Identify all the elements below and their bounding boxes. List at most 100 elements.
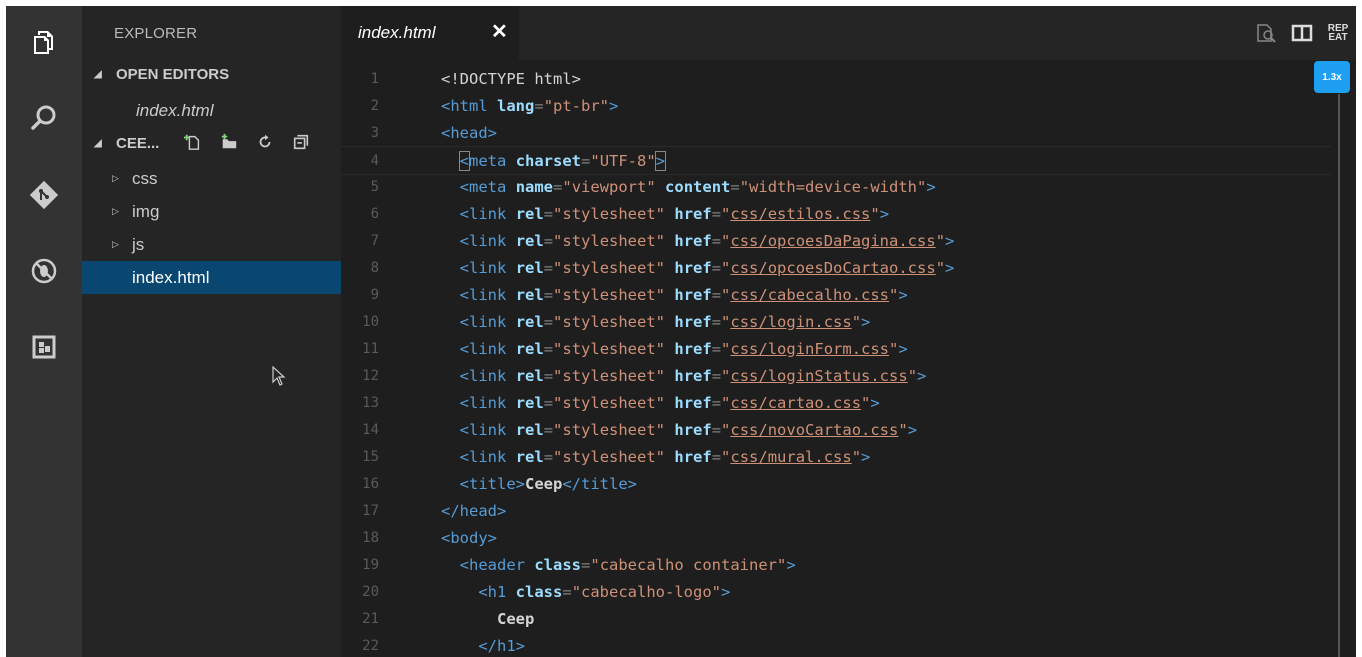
- open-editors-header[interactable]: ◢ OPEN EDITORS: [82, 59, 341, 89]
- line-number: 21: [362, 610, 379, 627]
- code-line: 6 <link rel="stylesheet" href="css/estil…: [341, 200, 1331, 227]
- window-frame: EXPLORER ◢ OPEN EDITORS index.html ◢ CEE…: [0, 0, 1362, 657]
- stylesheet-link[interactable]: css/loginStatus.css: [730, 367, 907, 385]
- code-text: <link rel="stylesheet" href="css/opcoesD…: [459, 231, 955, 250]
- line-number: 17: [362, 502, 379, 519]
- search-icon[interactable]: [6, 90, 82, 146]
- code-line: 15 <link rel="stylesheet" href="css/mura…: [341, 443, 1331, 470]
- stylesheet-link[interactable]: css/loginForm.css: [730, 340, 889, 358]
- split-editor-icon[interactable]: [1284, 18, 1320, 48]
- stylesheet-link[interactable]: css/opcoesDaPagina.css: [730, 232, 935, 250]
- tree-item-label: img: [132, 201, 160, 221]
- code-text: <html lang="pt-br">: [441, 96, 619, 115]
- stylesheet-link[interactable]: css/login.css: [730, 313, 851, 331]
- code-line: 21 Ceep: [341, 605, 1331, 632]
- code-text: <link rel="stylesheet" href="css/estilos…: [459, 204, 890, 223]
- editor-area: index.html ✕ REP EAT 1.3x 1 <!DOCTYPE ht…: [341, 6, 1356, 657]
- code-text: <header class="cabecalho container">: [459, 555, 796, 574]
- code-line: 12 <link rel="stylesheet" href="css/logi…: [341, 362, 1331, 389]
- code-line: 20 <h1 class="cabecalho-logo">: [341, 578, 1331, 605]
- code-line: 13 <link rel="stylesheet" href="css/cart…: [341, 389, 1331, 416]
- line-number: 3: [370, 124, 379, 141]
- tree-folder-js[interactable]: ▷ js: [82, 228, 341, 261]
- stylesheet-link[interactable]: css/novoCartao.css: [730, 421, 898, 439]
- line-number: 16: [362, 475, 379, 492]
- code-text: <link rel="stylesheet" href="css/novoCar…: [459, 420, 918, 439]
- code-line: 9 <link rel="stylesheet" href="css/cabec…: [341, 281, 1331, 308]
- code-text: <link rel="stylesheet" href="css/mural.c…: [459, 447, 871, 466]
- line-number: 15: [362, 448, 379, 465]
- git-icon[interactable]: [6, 167, 82, 223]
- line-number: 8: [370, 259, 379, 276]
- code-line: 16 <title>Ceep</title>: [341, 470, 1331, 497]
- code-line: 7 <link rel="stylesheet" href="css/opcoe…: [341, 227, 1331, 254]
- line-number: 19: [362, 556, 379, 573]
- code-line: 5 <meta name="viewport" content="width=d…: [341, 173, 1331, 200]
- chevron-right-icon: ▷: [112, 173, 119, 183]
- code-text: Ceep: [497, 609, 535, 628]
- tree-item-label: css: [132, 168, 158, 188]
- stylesheet-link[interactable]: css/mural.css: [730, 448, 851, 466]
- stylesheet-link[interactable]: css/cartao.css: [730, 394, 861, 412]
- code-text: <link rel="stylesheet" href="css/loginFo…: [459, 339, 908, 358]
- stylesheet-link[interactable]: css/cabecalho.css: [730, 286, 889, 304]
- new-folder-icon[interactable]: [218, 131, 240, 153]
- code-text: <meta name="viewport" content="width=dev…: [459, 177, 936, 196]
- new-file-icon[interactable]: [182, 131, 204, 153]
- open-editors-label: OPEN EDITORS: [116, 65, 230, 83]
- code-line: 10 <link rel="stylesheet" href="css/logi…: [341, 308, 1331, 335]
- tree-file-index-html[interactable]: index.html: [82, 261, 341, 294]
- scrollbar[interactable]: [1338, 94, 1340, 657]
- extensions-icon[interactable]: [6, 319, 82, 375]
- mouse-pointer-icon: [272, 365, 286, 391]
- open-editor-filename: index.html: [136, 101, 214, 120]
- line-number: 14: [362, 421, 379, 438]
- files-icon[interactable]: [6, 14, 82, 70]
- debug-icon[interactable]: [6, 243, 82, 299]
- code-line: 22 </h1>: [341, 632, 1331, 657]
- code-text: <title>Ceep</title>: [459, 474, 637, 493]
- close-icon[interactable]: ✕: [491, 19, 508, 44]
- stylesheet-link[interactable]: css/estilos.css: [730, 205, 870, 223]
- code-line: 14 <link rel="stylesheet" href="css/novo…: [341, 416, 1331, 443]
- open-preview-icon[interactable]: [1248, 18, 1284, 48]
- tree-folder-css[interactable]: ▷ css: [82, 162, 341, 195]
- code-line: 19 <header class="cabecalho container">: [341, 551, 1331, 578]
- code-line: 3 <head>: [341, 119, 1331, 146]
- repeat-label-bottom: EAT: [1328, 32, 1348, 43]
- code-text: <link rel="stylesheet" href="css/cartao.…: [459, 393, 880, 412]
- code-text: <head>: [441, 123, 497, 142]
- vscode-window: EXPLORER ◢ OPEN EDITORS index.html ◢ CEE…: [6, 6, 1356, 657]
- repeat-button[interactable]: REP EAT: [1320, 18, 1356, 48]
- project-label: CEE...: [116, 134, 160, 152]
- line-number: 20: [362, 583, 379, 600]
- code-text: <link rel="stylesheet" href="css/loginSt…: [459, 366, 927, 385]
- tab-index-html[interactable]: index.html ✕: [341, 6, 519, 60]
- project-actions: [182, 131, 312, 153]
- collapse-all-icon[interactable]: [290, 131, 312, 153]
- line-number: 11: [362, 340, 379, 357]
- open-editor-item[interactable]: index.html: [82, 96, 341, 126]
- line-number: 12: [362, 367, 379, 384]
- line-number: 2: [370, 97, 379, 114]
- code-line-current: 4 <meta charset="UTF-8">: [341, 146, 1331, 175]
- line-number: 4: [370, 152, 379, 169]
- code-editor[interactable]: 1 <!DOCTYPE html> 2 <html lang="pt-br"> …: [341, 60, 1331, 657]
- chevron-down-icon: ◢: [94, 137, 102, 149]
- code-line: 11 <link rel="stylesheet" href="css/logi…: [341, 335, 1331, 362]
- code-line: 8 <link rel="stylesheet" href="css/opcoe…: [341, 254, 1331, 281]
- line-number: 10: [362, 313, 379, 330]
- code-line: 2 <html lang="pt-br">: [341, 92, 1331, 119]
- tab-label: index.html: [358, 23, 436, 42]
- line-number: 13: [362, 394, 379, 411]
- code-line: 18 <body>: [341, 524, 1331, 551]
- line-number: 1: [370, 70, 379, 87]
- refresh-icon[interactable]: [254, 131, 276, 153]
- line-number: 18: [362, 529, 379, 546]
- code-text: <body>: [441, 528, 497, 547]
- explorer-sidebar: EXPLORER ◢ OPEN EDITORS index.html ◢ CEE…: [82, 6, 341, 657]
- code-text: <link rel="stylesheet" href="css/cabecal…: [459, 285, 908, 304]
- tree-folder-img[interactable]: ▷ img: [82, 195, 341, 228]
- code-text: <h1 class="cabecalho-logo">: [478, 582, 731, 601]
- stylesheet-link[interactable]: css/opcoesDoCartao.css: [730, 259, 935, 277]
